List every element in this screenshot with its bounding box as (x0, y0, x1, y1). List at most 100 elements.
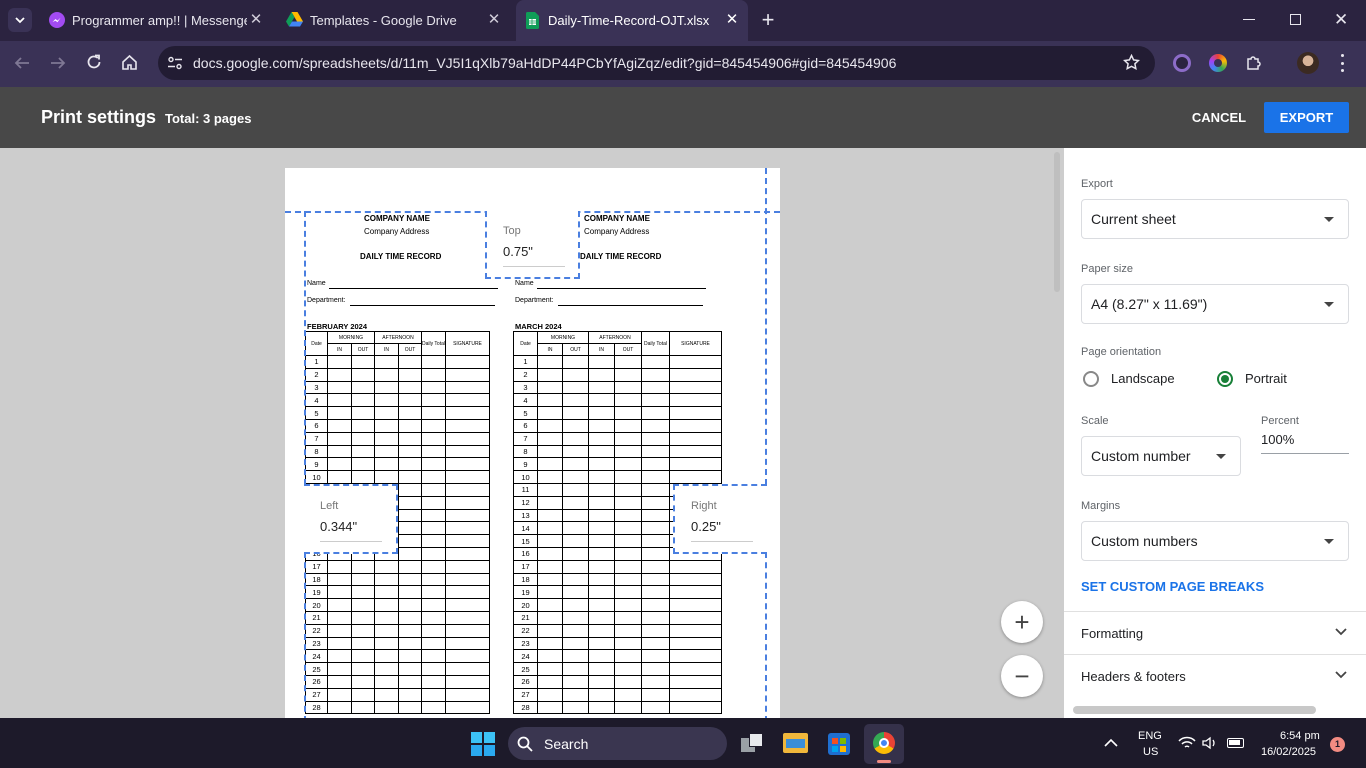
left-margin-guide[interactable] (304, 211, 306, 485)
top-margin-box[interactable]: Top 0.75" (485, 211, 580, 279)
menu-kebab-icon[interactable] (1341, 54, 1345, 72)
bookmark-star-icon[interactable] (1123, 54, 1140, 71)
minimize-button[interactable] (1243, 19, 1255, 20)
time-cell (445, 546, 490, 561)
tab-google-sheets[interactable]: Daily-Time-Record-OJT.xlsx - Go ✕ (516, 0, 748, 41)
clock-date[interactable]: 16/02/2025 (1261, 746, 1316, 758)
back-arrow-icon[interactable] (14, 55, 30, 71)
scale-select[interactable]: Custom number (1081, 436, 1241, 476)
export-select[interactable]: Current sheet (1081, 199, 1349, 239)
chrome-taskbar-button[interactable] (864, 724, 904, 764)
taskbar-search[interactable]: Search (508, 727, 727, 760)
chevron-down-icon (1335, 628, 1347, 636)
time-cell (641, 674, 670, 689)
microsoft-store-icon[interactable] (828, 733, 850, 755)
home-icon[interactable] (121, 54, 138, 71)
percent-input[interactable]: 100% (1261, 432, 1349, 454)
time-cell (562, 355, 589, 369)
address-bar[interactable]: docs.google.com/spreadsheets/d/11m_VJ5I1… (158, 46, 1155, 80)
zoom-out-button[interactable]: − (1001, 655, 1043, 697)
time-cell (669, 700, 722, 715)
panel-scrollbar[interactable] (1073, 706, 1316, 714)
tab-google-drive[interactable]: Templates - Google Drive ✕ (278, 0, 510, 41)
new-tab-button[interactable]: + (758, 9, 778, 31)
forward-arrow-icon[interactable] (50, 55, 66, 71)
portrait-radio[interactable] (1217, 371, 1233, 387)
notification-badge[interactable]: 1 (1330, 737, 1345, 752)
time-cell (327, 418, 352, 433)
time-cell (641, 687, 670, 702)
time-cell (588, 674, 615, 689)
time-cell (537, 636, 563, 651)
top-margin-value[interactable]: 0.75" (503, 244, 533, 259)
formatting-section[interactable]: Formatting (1064, 611, 1366, 654)
margins-select[interactable]: Custom numbers (1081, 521, 1349, 561)
extension-circle-icon[interactable] (1173, 54, 1191, 72)
clock-time[interactable]: 6:54 pm (1280, 730, 1320, 742)
color-extension-icon[interactable] (1209, 54, 1227, 72)
window-close-button[interactable]: ✕ (1334, 10, 1348, 30)
custom-page-breaks-link[interactable]: SET CUSTOM PAGE BREAKS (1081, 579, 1264, 594)
left-margin-guide[interactable] (304, 552, 306, 718)
preview-scrollbar[interactable] (1054, 152, 1060, 292)
time-cell (398, 674, 422, 689)
time-cell (445, 521, 490, 536)
time-cell (614, 546, 642, 561)
left-margin-value[interactable]: 0.344" (320, 519, 357, 534)
portrait-label[interactable]: Portrait (1245, 371, 1287, 386)
volume-icon[interactable] (1202, 736, 1218, 750)
landscape-label[interactable]: Landscape (1111, 371, 1175, 386)
windows-start-icon[interactable] (471, 732, 495, 756)
profile-avatar[interactable] (1297, 52, 1319, 74)
right-margin-box[interactable]: Right 0.25" (673, 484, 767, 554)
right-margin-value[interactable]: 0.25" (691, 519, 721, 534)
right-margin-guide[interactable] (765, 168, 767, 485)
chevron-up-icon[interactable] (1104, 738, 1118, 748)
time-cell (445, 380, 490, 395)
site-info-icon[interactable] (167, 55, 183, 71)
time-cell (614, 380, 642, 395)
cancel-button[interactable]: CANCEL (1180, 101, 1258, 133)
headers-footers-section[interactable]: Headers & footers (1064, 654, 1366, 697)
left-margin-box[interactable]: Left 0.344" (304, 484, 398, 554)
time-cell (374, 406, 399, 420)
time-cell (421, 431, 446, 446)
time-cell (669, 572, 722, 587)
time-cell (537, 687, 563, 702)
language-primary[interactable]: ENG (1138, 730, 1162, 742)
date-cell: 28 (513, 700, 538, 715)
table-row: 28 (513, 700, 722, 715)
maximize-button[interactable] (1290, 14, 1301, 25)
reload-icon[interactable] (86, 54, 102, 70)
time-cell (669, 444, 722, 459)
close-icon[interactable]: ✕ (486, 12, 502, 28)
out-header: OUT (351, 343, 375, 356)
tab-messenger[interactable]: Programmer amp!! | Messenger ✕ (40, 0, 272, 41)
language-region[interactable]: US (1143, 746, 1158, 758)
task-view-icon[interactable] (741, 733, 765, 753)
battery-icon[interactable] (1227, 738, 1244, 748)
date-cell: 9 (305, 457, 328, 472)
time-cell (398, 444, 422, 459)
tab-search-button[interactable] (8, 8, 32, 32)
time-cell (421, 470, 446, 484)
extensions-puzzle-icon[interactable] (1245, 54, 1263, 72)
time-cell (562, 380, 589, 395)
search-icon (517, 736, 533, 752)
export-button[interactable]: EXPORT (1264, 102, 1349, 133)
close-icon[interactable]: ✕ (724, 12, 740, 28)
landscape-radio[interactable] (1083, 371, 1099, 387)
plus-icon: + (1014, 606, 1030, 637)
time-cell (445, 444, 490, 459)
date-cell: 21 (305, 610, 328, 625)
zoom-in-button[interactable]: + (1001, 601, 1043, 643)
right-margin-guide[interactable] (765, 552, 767, 718)
paper-size-select[interactable]: A4 (8.27" x 11.69") (1081, 284, 1349, 324)
time-cell (669, 559, 722, 574)
close-icon[interactable]: ✕ (248, 12, 264, 28)
in-header: IN (327, 343, 352, 356)
wifi-icon[interactable] (1178, 736, 1196, 750)
time-cell (327, 559, 352, 574)
time-cell (562, 623, 589, 638)
file-explorer-icon[interactable] (783, 733, 808, 753)
